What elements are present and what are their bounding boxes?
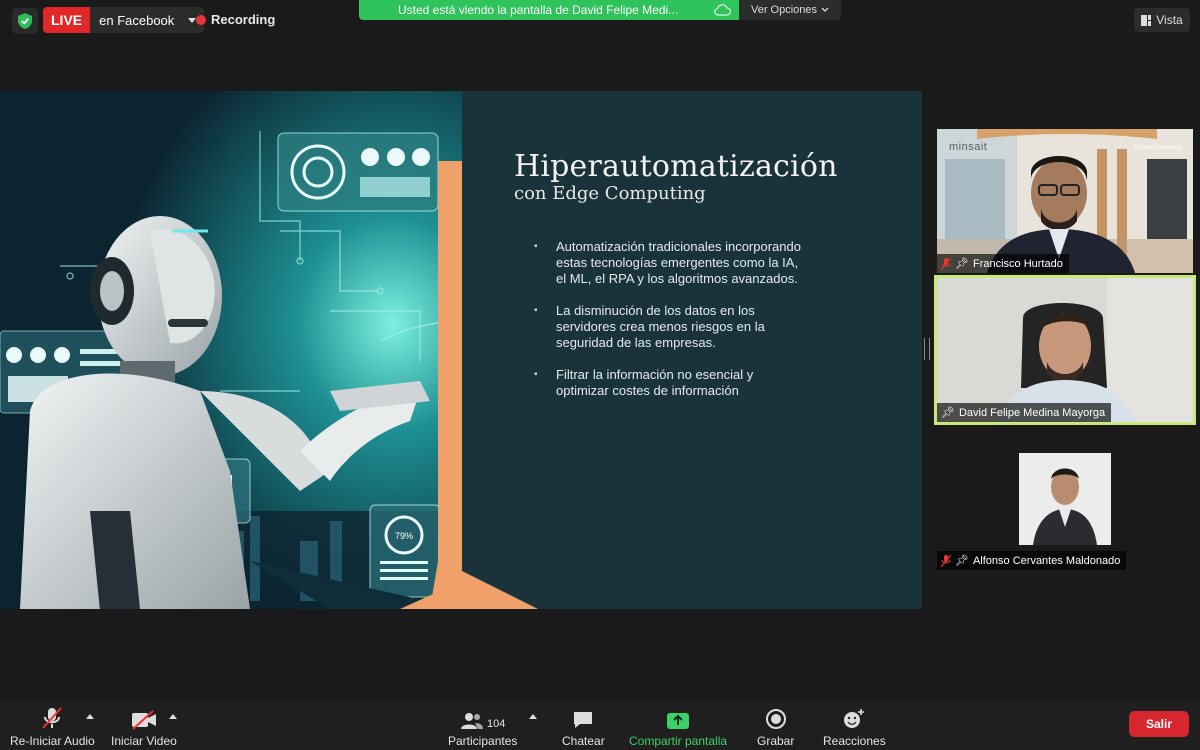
slide-bullet: Filtrar la información no esencial y opt… [534,367,802,399]
live-destination-dropdown[interactable]: en Facebook [90,7,204,33]
chat-button-label: Chatear [562,734,605,748]
chat-icon [574,712,593,728]
participants-button[interactable]: 104 Participantes [448,704,517,748]
slide-bullet: Automatización tradicionales incorporand… [534,239,802,287]
gauge-label: 79% [395,531,413,541]
participant-name: David Felipe Medina Mayorga [958,406,1106,419]
participant-video [937,278,1193,422]
participants-count: 104 [487,718,506,730]
screen-share-banner: Usted está viendo la pantalla de David F… [359,0,739,20]
video-button[interactable]: Iniciar Video [111,704,177,748]
participant-tile-david-felipe-medina-mayorga[interactable]: 📌︎ David Felipe Medina Mayorga [934,275,1196,425]
record-button-label: Grabar [757,734,795,748]
chat-button[interactable]: Chatear [562,704,605,748]
share-screen-icon [667,713,690,729]
slide-subtitle: con Edge Computing [514,183,706,204]
participant-name-tag: 📌︎ Francisco Hurtado [937,254,1069,273]
video-options-caret[interactable] [169,714,177,719]
record-dot-icon [196,14,206,25]
view-button-label: Vista [1156,13,1183,27]
slide-text-panel: Hiperautomatización con Edge Computing A… [438,91,922,609]
leave-meeting-button[interactable]: Salir [1129,711,1189,737]
pin-icon: 📌︎ [955,258,969,270]
view-options-dropdown[interactable]: Ver Opciones [739,0,841,20]
participants-icon [461,713,483,729]
meeting-toolbar: Re-Iniciar Audio Iniciar Video 104 Parti… [0,700,1200,750]
audio-options-caret[interactable] [86,714,94,719]
live-badge: LIVE [43,7,91,33]
reactions-button-label: Reacciones [823,734,886,748]
reactions-button[interactable]: Reacciones [823,704,886,748]
share-screen-button[interactable]: Compartir pantalla [629,704,727,748]
slide-title: Hiperautomatización [514,149,838,184]
background-logo-text: minsait [949,141,988,153]
cloud-icon [714,4,731,16]
participant-tile-francisco-hurtado[interactable]: minsait An Indra company 📌︎ Francisco Hu… [937,129,1193,273]
participant-name-tag: 📌︎ David Felipe Medina Mayorga [937,403,1112,422]
participants-button-label: Participantes [448,734,518,748]
live-stream-control[interactable]: LIVE en Facebook [43,7,205,33]
participant-name: Francisco Hurtado [972,257,1063,270]
grid-view-icon [1141,14,1152,26]
slide-bullet-list: Automatización tradicionales incorporand… [534,239,802,415]
audio-button[interactable]: Re-Iniciar Audio [10,704,95,748]
view-button[interactable]: Vista [1134,8,1190,32]
record-button[interactable]: Grabar [757,704,794,748]
mic-muted-icon [941,554,951,567]
chevron-down-icon [821,7,829,12]
participant-tile-alfonso-cervantes-maldonado[interactable]: 📌︎ Alfonso Cervantes Maldonado [937,426,1193,570]
smiley-add-icon [844,709,865,728]
participants-options-caret[interactable] [529,714,537,719]
shared-screen-slide: 79% Hiperautomatización con Edge Computi… [0,91,922,609]
live-destination-label: en Facebook [99,12,175,28]
mic-muted-icon [941,257,951,270]
video-button-label: Iniciar Video [111,734,177,748]
audio-button-label: Re-Iniciar Audio [10,734,95,748]
panel-resize-handle[interactable] [924,338,930,360]
participant-name-tag: 📌︎ Alfonso Cervantes Maldonado [937,551,1127,570]
security-shield-icon[interactable] [12,8,38,34]
mic-off-icon [42,707,63,729]
pin-icon: 📌︎ [941,407,955,419]
slide-bullet: La disminución de los datos en los servi… [534,303,802,351]
ai-robot-illustration: 79% [0,91,462,609]
background-caption-text: An Indra company [1133,145,1182,151]
participant-avatar-photo [1019,453,1111,545]
video-off-icon [131,710,156,730]
share-banner-text: Usted está viendo la pantalla de David F… [398,3,679,17]
record-icon [765,709,786,729]
share-screen-button-label: Compartir pantalla [629,734,728,748]
recording-label: Recording [211,12,276,27]
pin-icon: 📌︎ [955,555,969,567]
participant-name: Alfonso Cervantes Maldonado [972,554,1121,567]
view-options-label: Ver Opciones [750,4,818,16]
recording-indicator[interactable]: Recording [196,12,275,27]
